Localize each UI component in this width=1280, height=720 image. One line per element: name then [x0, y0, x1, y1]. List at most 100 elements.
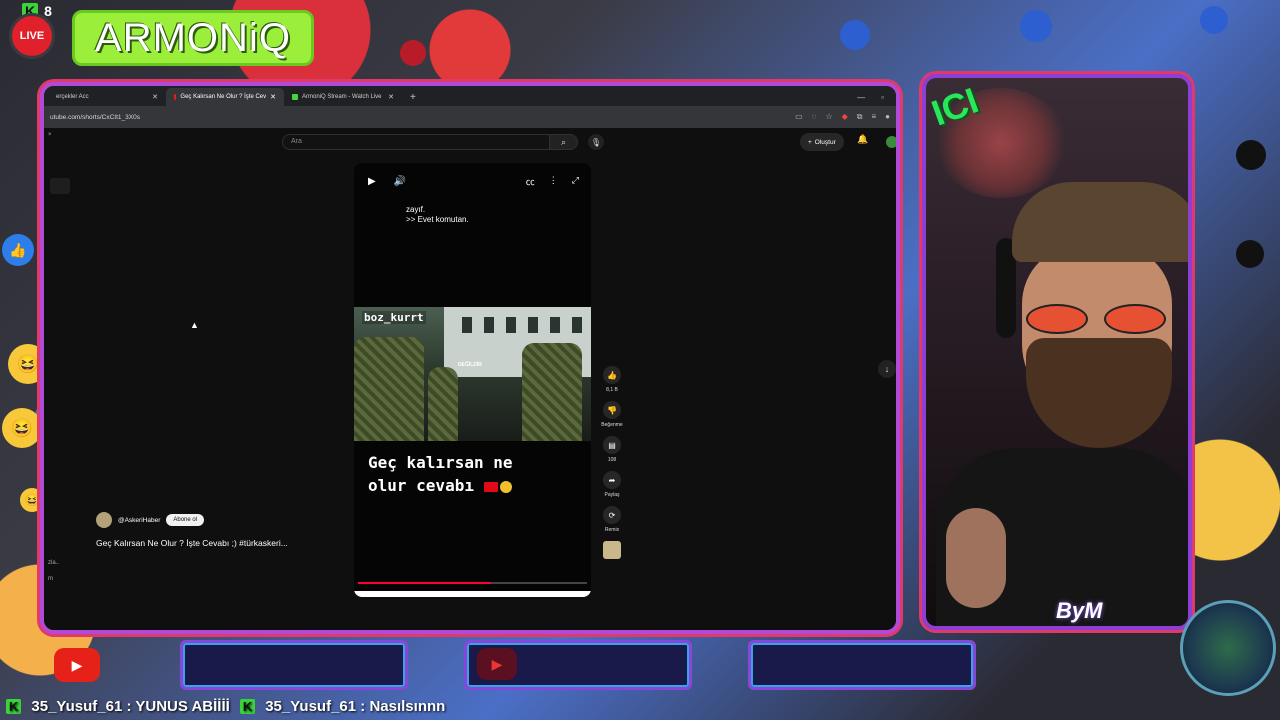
video-progress-bar[interactable]	[358, 582, 587, 584]
play-icon[interactable]: ▶	[368, 176, 376, 187]
caption-line: >> Evet komutan.	[406, 215, 469, 224]
sidebar-fragment: m	[48, 576, 53, 582]
chat-ticker: K 35_Yusuf_61 : YUNUS ABİİİİ K 35_Yusuf_…	[0, 692, 1280, 720]
share-icon[interactable]: ➦	[603, 471, 621, 489]
window-controls: — ▫	[845, 88, 896, 106]
kick-favicon-icon	[292, 94, 298, 100]
dislike-icon[interactable]: 👎	[603, 401, 621, 419]
extensions-toolbar: ▭ ◌ ☆ ◆ ⧉ ≡ ●	[795, 112, 890, 122]
streamer-beard	[1026, 338, 1172, 448]
comment-count: 108	[607, 457, 617, 463]
address-bar[interactable]: utube.com/shorts/CxCIt1_3X0s ▭ ◌ ☆ ◆ ⧉ ≡…	[44, 106, 896, 128]
viewer-count: 8	[44, 3, 52, 19]
kick-icon: K	[239, 698, 256, 714]
search-icon[interactable]: ⌕	[550, 134, 578, 150]
kick-icon: K	[6, 698, 22, 714]
microphone-icon[interactable]: 🎙	[588, 134, 604, 150]
short-bottom-edge	[354, 591, 591, 597]
like-icon[interactable]: 👍	[603, 366, 621, 384]
youtube-favicon-icon	[174, 94, 177, 100]
cast-icon[interactable]: ▭	[795, 112, 803, 122]
eye-off-icon[interactable]: ◌	[812, 112, 817, 122]
controller-button-red	[400, 40, 426, 66]
tab-bar: erçekler Acc ✕ Geç Kalırsan Ne Olur ? İş…	[44, 86, 896, 106]
dislike-action[interactable]: 👎 Beğenme	[601, 401, 623, 428]
create-button[interactable]: + Oluştur	[800, 133, 844, 151]
close-icon[interactable]: ✕	[270, 93, 276, 101]
title-line: olur cevabı	[368, 476, 474, 495]
puzzle-icon[interactable]: ⧉	[857, 112, 863, 122]
brand-logo: ARMONiQ	[72, 10, 314, 66]
maximize-icon[interactable]: ▫	[881, 93, 884, 102]
comment-icon[interactable]: ▤	[603, 436, 621, 454]
video-title[interactable]: Geç Kalırsan Ne Olur ? İşte Cevabı ;) #t…	[96, 538, 288, 548]
video-watermark: boz_kurrt	[362, 311, 426, 324]
close-icon[interactable]: ✕	[388, 93, 394, 101]
caption-line: zayıf.	[406, 205, 426, 214]
next-short-arrow-icon[interactable]: ↓	[878, 360, 896, 378]
chat-message: 35_Yusuf_61 : Nasılsınnn	[265, 697, 446, 715]
subscribe-button[interactable]: Abone ol	[166, 514, 205, 526]
url-text[interactable]: utube.com/shorts/CxCIt1_3X0s	[50, 114, 140, 121]
streamer-hand	[946, 508, 1006, 608]
sound-source-action[interactable]	[603, 541, 621, 559]
title-line: Geç kalırsan ne	[368, 453, 513, 472]
sidebar-fragment: zla..	[48, 560, 60, 566]
webcam-feed: ICI ByM	[922, 74, 1192, 630]
tab-2-active[interactable]: Geç Kalırsan Ne Olur ? İşte Cev ✕	[166, 88, 284, 106]
minimize-icon[interactable]: —	[857, 93, 865, 102]
channel-emblem	[1180, 600, 1276, 696]
short-metadata: @AskeriHaber Abone ol Geç Kalırsan Ne Ol…	[96, 512, 288, 548]
search-input[interactable]: Ara	[282, 134, 550, 150]
youtube-logo-icon: ▶	[477, 648, 517, 680]
short-video-player[interactable]: ▶ 🔊 ㏄ ⋮ ⤢ zayıf. >> Evet komutan. boz_ku…	[354, 163, 591, 597]
comment-action[interactable]: ▤ 108	[603, 436, 621, 463]
like-count: 8,1 B	[606, 387, 618, 393]
plus-icon: +	[808, 138, 812, 146]
video-frame: boz_kurrt DEĞİLDİR	[354, 307, 591, 441]
dislike-label: Beğenme	[601, 422, 623, 428]
controller-button-blue	[840, 20, 870, 50]
soldier-figure	[522, 343, 582, 441]
channel-name[interactable]: @AskeriHaber	[118, 517, 160, 524]
tab-label: Geç Kalırsan Ne Olur ? İşte Cev	[180, 94, 267, 100]
tab-label: ArmoniQ Stream - Watch Live	[302, 94, 382, 100]
create-label: Oluştur	[814, 138, 836, 146]
profile-icon[interactable]: ●	[885, 112, 890, 122]
remix-action[interactable]: ⟳ Remix	[603, 506, 621, 533]
captions-icon[interactable]: ㏄	[526, 175, 535, 188]
overlay-panel-left	[180, 640, 408, 690]
close-icon[interactable]: ✕	[152, 93, 158, 101]
tab-1[interactable]: erçekler Acc ✕	[48, 88, 166, 106]
fullscreen-icon[interactable]: ⤢	[572, 175, 579, 188]
share-action[interactable]: ➦ Paylaş	[603, 471, 621, 498]
like-action[interactable]: 👍 8,1 B	[603, 366, 621, 393]
channel-avatar[interactable]	[96, 512, 112, 528]
turkey-flag-icon	[483, 481, 498, 492]
new-tab-button[interactable]: +	[402, 88, 424, 106]
youtube-page: × zla.. m Ara ⌕ 🎙 + Oluştur 🔔 ▶ 🔊 ㏄ ⋮ ⤢ …	[44, 128, 896, 630]
tab-3[interactable]: ArmoniQ Stream - Watch Live ✕	[284, 88, 402, 106]
player-controls: ▶ 🔊 ㏄ ⋮ ⤢	[368, 175, 579, 188]
bookmark-star-icon[interactable]: ☆	[825, 112, 832, 122]
notification-bell-icon[interactable]: 🔔	[857, 134, 868, 145]
signature-logo: ByM	[1056, 598, 1103, 623]
sunglasses	[1022, 304, 1172, 334]
volume-icon[interactable]: 🔊	[394, 176, 406, 187]
thumbs-up-reaction-icon: 👍	[2, 234, 34, 266]
channel-thumbnail-icon[interactable]	[603, 541, 621, 559]
avatar[interactable]	[886, 136, 896, 148]
chat-message: 35_Yusuf_61 : YUNUS ABİİİİ	[31, 697, 230, 715]
share-label: Paylaş	[604, 492, 620, 498]
overlay-panel-center: ▶	[464, 640, 692, 690]
controller-button-dark	[1236, 140, 1266, 170]
media-icon[interactable]: ≡	[871, 112, 876, 122]
sidebar-fragment: ×	[48, 132, 52, 138]
tab-label: erçekler Acc	[56, 94, 89, 100]
extension-icon[interactable]: ◆	[842, 112, 848, 122]
youtube-logo-icon: ▶	[54, 648, 100, 682]
more-options-icon[interactable]: ⋮	[549, 175, 558, 188]
soldier-figure	[354, 337, 424, 441]
sidebar-block	[50, 178, 70, 194]
remix-icon[interactable]: ⟳	[603, 506, 621, 524]
